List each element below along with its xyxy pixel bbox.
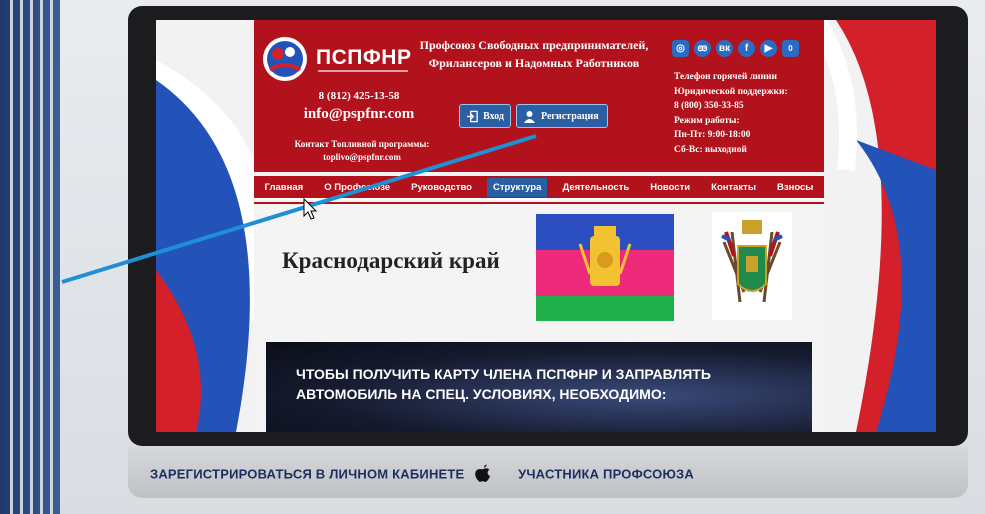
login-label: Вход	[483, 110, 504, 122]
main-nav: Главная О Профсоюзе Руководство Структур…	[254, 176, 824, 200]
nav-underline	[254, 202, 824, 204]
hotline-line: Режим работы:	[674, 115, 740, 126]
hotline-line: Телефон горячей линии	[674, 72, 777, 82]
logo-emblem-icon	[263, 37, 307, 81]
hotline-line: Юридической поддержки:	[674, 86, 788, 97]
hotline-line: Пн-Пт: 9:00-18:00	[674, 130, 751, 140]
register-label: Регистрация	[541, 110, 599, 122]
info-banner: ЧТОБЫ ПОЛУЧИТЬ КАРТУ ЧЛЕНА ПСПФНР И ЗАПР…	[266, 342, 812, 432]
logo-subline	[318, 70, 408, 72]
fuel-program-contact[interactable]: Контакт Топливной программы: toplivo@psp…	[282, 138, 442, 164]
vk-icon[interactable]: вк	[716, 40, 733, 57]
login-icon	[466, 110, 478, 122]
social-links: ◎ ꙭ вк f ▶ 0	[672, 40, 799, 57]
nav-item[interactable]: Деятельность	[556, 178, 635, 197]
caption-left: ЗАРЕГИСТРИРОВАТЬСЯ В ЛИЧНОМ КАБИНЕТЕ	[150, 466, 465, 482]
region-title: Краснодарский край	[282, 248, 500, 273]
nav-item[interactable]: Контакты	[705, 178, 762, 197]
banner-line: ЧТОБЫ ПОЛУЧИТЬ КАРТУ ЧЛЕНА ПСПФНР И ЗАПР…	[296, 366, 711, 382]
youtube-icon[interactable]: ▶	[760, 40, 777, 57]
left-stripes	[0, 0, 60, 514]
email-address[interactable]: info@pspfnr.com	[294, 106, 424, 123]
phone-number[interactable]: 8 (812) 425-13-58	[314, 90, 404, 102]
hotline-line: Сб-Вс: выходной	[674, 144, 747, 155]
facebook-icon[interactable]: f	[738, 40, 755, 57]
nav-item[interactable]: Взносы	[771, 178, 819, 197]
krasnodar-coat-of-arms-image	[712, 212, 792, 320]
login-button[interactable]: Вход	[459, 104, 511, 128]
site-header: ПСПФНР Профсоюз Свободных предпринимател…	[254, 20, 824, 172]
hotline-phone[interactable]: 8 (800) 350-33-85	[674, 99, 788, 114]
org-name: Профсоюз Свободных предпринимателей, Фри…	[419, 38, 649, 70]
hotline-info: Телефон горячей линии Юридической поддер…	[674, 70, 788, 157]
krasnodar-flag-image	[536, 214, 674, 321]
nav-item[interactable]: О Профсоюзе	[318, 178, 396, 197]
user-icon	[524, 110, 535, 123]
instagram-icon[interactable]: ◎	[672, 40, 689, 57]
logo-text: ПСПФНР	[316, 46, 412, 69]
nav-item[interactable]: Руководство	[405, 178, 478, 197]
odnoklassniki-icon[interactable]: ꙭ	[694, 40, 711, 57]
nav-item[interactable]: Новости	[644, 178, 696, 197]
nav-item[interactable]: Главная	[259, 178, 310, 197]
logo[interactable]: ПСПФНР	[260, 30, 412, 90]
caption-right: УЧАСТНИКА ПРОФСОЮЗА	[518, 466, 694, 482]
apple-icon	[475, 464, 491, 482]
nav-item-active[interactable]: Структура	[487, 177, 548, 197]
register-button[interactable]: Регистрация	[516, 104, 608, 128]
banner-line: АВТОМОБИЛЬ НА СПЕЦ. УСЛОВИЯХ, НЕОБХОДИМО…	[296, 386, 667, 402]
cart-icon[interactable]: 0	[782, 40, 799, 57]
website: ПСПФНР Профсоюз Свободных предпринимател…	[254, 20, 824, 432]
caption: ЗАРЕГИСТРИРОВАТЬСЯ В ЛИЧНОМ КАБИНЕТЕ УЧА…	[150, 464, 694, 484]
